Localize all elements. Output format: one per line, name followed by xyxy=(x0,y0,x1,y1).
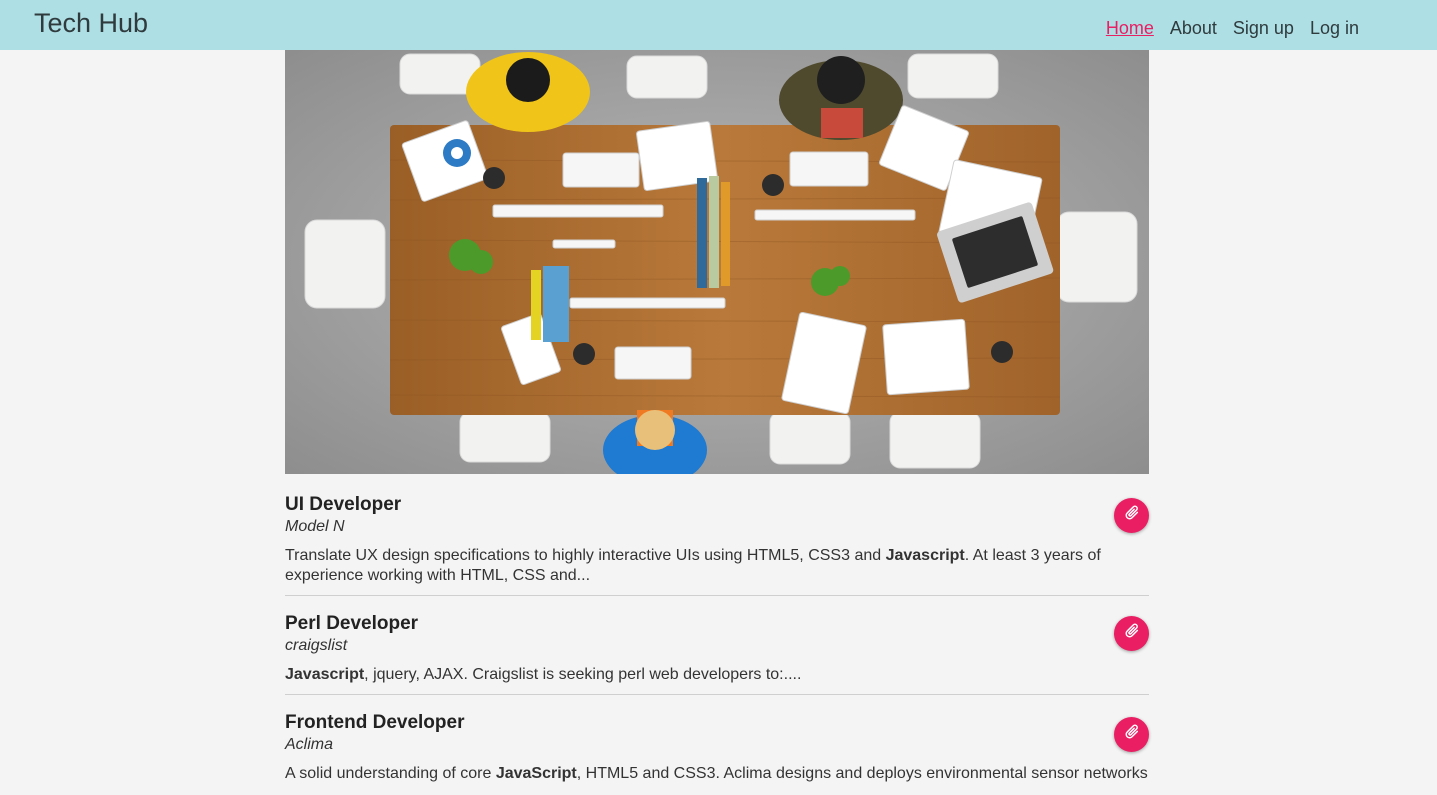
paperclip-icon xyxy=(1123,723,1141,746)
attach-button[interactable] xyxy=(1114,717,1149,752)
nav-about[interactable]: About xyxy=(1170,18,1217,39)
job-title[interactable]: Frontend Developer xyxy=(285,712,1149,734)
navbar: Tech Hub Home About Sign up Log in xyxy=(0,0,1437,50)
job-item[interactable]: Frontend Developer Aclima A solid unders… xyxy=(285,695,1149,795)
brand-logo[interactable]: Tech Hub xyxy=(34,8,148,39)
nav-links: Home About Sign up Log in xyxy=(1106,18,1359,39)
job-item[interactable]: UI Developer Model N Translate UX design… xyxy=(285,474,1149,596)
attach-button[interactable] xyxy=(1114,498,1149,533)
job-company: Aclima xyxy=(285,736,334,753)
job-list: UI Developer Model N Translate UX design… xyxy=(285,474,1149,795)
nav-login[interactable]: Log in xyxy=(1310,18,1359,39)
job-company: craigslist xyxy=(285,637,348,654)
job-title[interactable]: UI Developer xyxy=(285,494,1149,516)
attach-button[interactable] xyxy=(1114,616,1149,651)
job-description: Translate UX design specifications to hi… xyxy=(285,547,1101,584)
job-description: A solid understanding of core JavaScript… xyxy=(285,765,1148,782)
paperclip-icon xyxy=(1123,504,1141,527)
paperclip-icon xyxy=(1123,622,1141,645)
job-title[interactable]: Perl Developer xyxy=(285,613,1149,635)
job-item[interactable]: Perl Developer craigslist Javascript, jq… xyxy=(285,596,1149,695)
office-table-illustration xyxy=(285,50,1149,474)
job-description: Javascript, jquery, AJAX. Craigslist is … xyxy=(285,666,802,683)
job-company: Model N xyxy=(285,518,345,535)
nav-home[interactable]: Home xyxy=(1106,18,1154,39)
nav-signup[interactable]: Sign up xyxy=(1233,18,1294,39)
hero-image xyxy=(285,50,1149,474)
